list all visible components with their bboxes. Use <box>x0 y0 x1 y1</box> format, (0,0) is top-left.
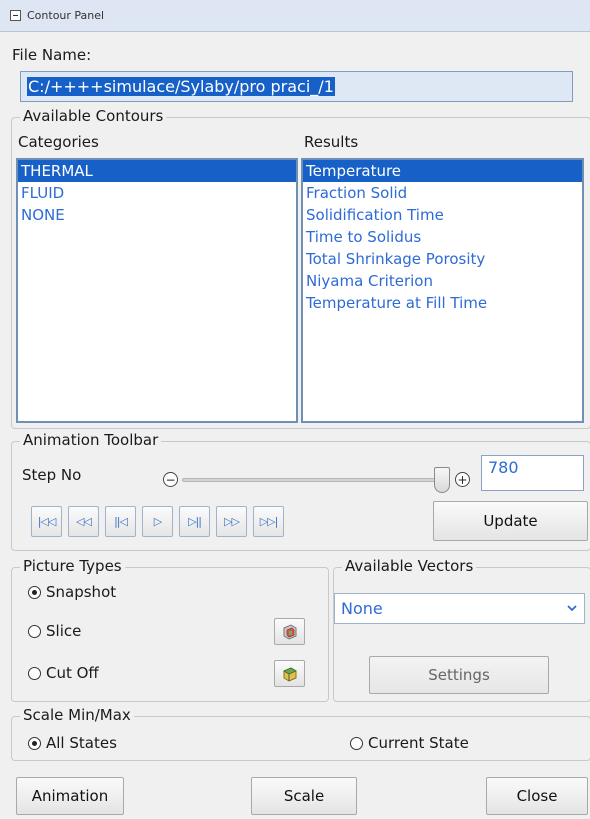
file-name-label: File Name: <box>12 46 92 64</box>
slice-radio[interactable] <box>28 624 41 638</box>
step-no-label: Step No <box>22 466 82 484</box>
vectors-selected-value: None <box>341 599 383 618</box>
result-item[interactable]: Solidification Time <box>303 204 582 226</box>
file-name-input[interactable]: C:/++++simulace/Sylaby/pro praci_/1 <box>20 71 573 102</box>
cut-off-label: Cut Off <box>46 664 99 682</box>
current-state-option[interactable]: Current State <box>350 734 469 752</box>
first-frame-button[interactable]: |◁◁ <box>31 506 62 537</box>
cut-off-settings-button[interactable] <box>274 660 305 687</box>
categories-label: Categories <box>18 133 99 151</box>
close-button[interactable]: Close <box>486 777 588 815</box>
result-item[interactable]: Fraction Solid <box>303 182 582 204</box>
result-item[interactable]: Temperature <box>303 160 582 182</box>
current-state-label: Current State <box>368 734 469 752</box>
update-button[interactable]: Update <box>433 501 588 541</box>
step-slider-thumb[interactable] <box>434 467 450 493</box>
step-slider-track[interactable] <box>182 478 450 482</box>
category-item[interactable]: FLUID <box>18 182 296 204</box>
panel-title: Contour Panel <box>27 9 105 22</box>
fast-back-button[interactable]: ◁◁ <box>68 506 99 537</box>
fast-forward-button[interactable]: ▷▷ <box>216 506 247 537</box>
scale-button[interactable]: Scale <box>251 777 357 815</box>
plus-circle-icon[interactable]: + <box>455 472 470 487</box>
snapshot-option[interactable]: Snapshot <box>28 583 116 601</box>
step-back-button[interactable]: ||◁ <box>105 506 136 537</box>
slice-settings-button[interactable] <box>274 618 305 645</box>
play-button[interactable]: ▷ <box>142 506 173 537</box>
result-item[interactable]: Time to Solidus <box>303 226 582 248</box>
cut-off-option[interactable]: Cut Off <box>28 664 99 682</box>
category-item[interactable]: NONE <box>18 204 296 226</box>
available-vectors-title: Available Vectors <box>342 557 477 575</box>
snapshot-label: Snapshot <box>46 583 117 601</box>
snapshot-radio[interactable] <box>28 585 41 599</box>
scale-minmax-title: Scale Min/Max <box>20 706 134 724</box>
last-frame-button[interactable]: ▷▷| <box>253 506 284 537</box>
all-states-label: All States <box>46 734 117 752</box>
result-item[interactable]: Temperature at Fill Time <box>303 292 582 314</box>
cut-off-cube-icon <box>282 666 297 682</box>
collapse-icon[interactable] <box>10 10 21 21</box>
results-list[interactable]: Temperature Fraction Solid Solidification … <box>301 158 584 423</box>
all-states-option[interactable]: All States <box>28 734 117 752</box>
results-label: Results <box>304 133 359 151</box>
minus-circle-icon[interactable]: − <box>163 472 178 487</box>
vectors-select[interactable]: None <box>334 593 585 624</box>
categories-list[interactable]: THERMAL FLUID NONE <box>16 158 298 423</box>
animation-button[interactable]: Animation <box>16 777 124 815</box>
step-forward-button[interactable]: ▷|| <box>179 506 210 537</box>
slice-option[interactable]: Slice <box>28 622 81 640</box>
available-contours-title: Available Contours <box>20 107 167 125</box>
file-name-value: C:/++++simulace/Sylaby/pro praci_/1 <box>27 77 335 96</box>
playback-controls: |◁◁ ◁◁ ||◁ ▷ ▷|| ▷▷ ▷▷| <box>31 506 284 537</box>
all-states-radio[interactable] <box>28 736 41 750</box>
animation-toolbar-title: Animation Toolbar <box>20 431 162 449</box>
step-number-input[interactable]: 780 <box>481 455 584 491</box>
slice-label: Slice <box>46 622 82 640</box>
settings-button[interactable]: Settings <box>369 656 549 694</box>
category-item[interactable]: THERMAL <box>18 160 296 182</box>
result-item[interactable]: Niyama Criterion <box>303 270 582 292</box>
slice-cube-icon <box>283 623 296 640</box>
result-item[interactable]: Total Shrinkage Porosity <box>303 248 582 270</box>
picture-types-title: Picture Types <box>20 557 125 575</box>
current-state-radio[interactable] <box>350 736 363 750</box>
chevron-down-icon[interactable] <box>560 594 584 623</box>
cut-off-radio[interactable] <box>28 666 41 680</box>
panel-titlebar: Contour Panel <box>0 0 590 32</box>
